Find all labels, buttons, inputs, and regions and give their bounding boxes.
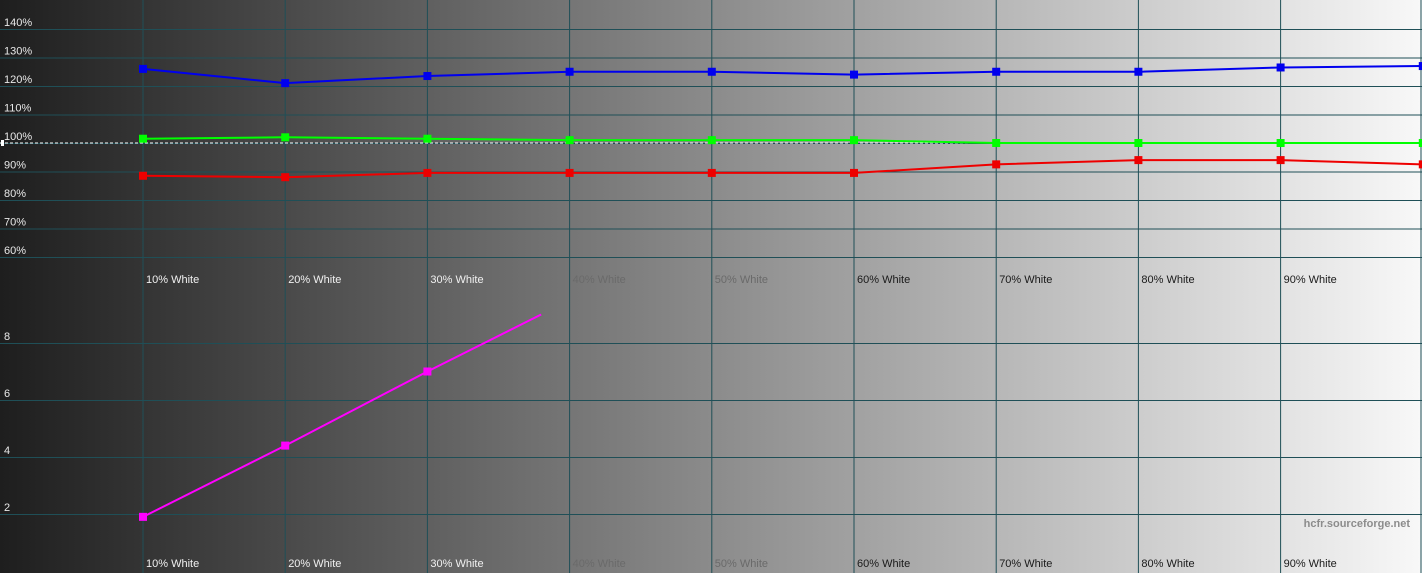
data-point [139,171,147,180]
rgb-balance-deltae-chart: 60% 70% 80% 90% 100% 110% 120% 130% 140% 10% Whit… [0,0,1422,573]
data-point [992,139,1001,147]
data-point [565,168,574,177]
data-point [992,67,1001,76]
data-point [139,512,147,521]
x-category-label: 60% White [857,274,910,286]
data-point [423,168,432,177]
data-point [423,134,432,143]
data-point [1134,139,1143,147]
x-category-label: 80% White [1141,274,1194,286]
data-point [1276,63,1285,72]
y-tick-label: 120% [4,74,32,86]
x-category-label: 40% White [573,274,626,286]
x-category-label: 80% White [1141,558,1194,570]
y-tick-label: 6 [4,388,10,400]
y-tick-label: 4 [4,445,10,457]
data-point [707,136,716,145]
data-point [850,70,858,79]
data-point [992,160,1001,169]
data-point [281,79,290,88]
x-category-label: 50% White [715,274,768,286]
x-category-label: 40% White [573,558,626,570]
data-point [565,67,574,76]
data-point [423,72,432,81]
x-category-label: 50% White [715,558,768,570]
x-category-label: 60% White [857,558,910,570]
data-point [281,133,290,142]
y-tick-label: 8 [4,331,10,343]
y-tick-label: 130% [4,46,32,58]
data-point [139,134,147,143]
data-point [707,168,716,177]
y-tick-label: 140% [4,17,32,29]
data-point [1134,156,1143,165]
y-tick-label: 60% [4,245,26,257]
x-category-label: 90% White [1284,274,1337,286]
data-point [423,367,432,376]
y-tick-label: 70% [4,217,26,229]
data-point [565,136,574,145]
x-category-label: 20% White [288,558,341,570]
chart-background [0,0,1422,573]
x-category-label: 20% White [288,274,341,286]
y-tick-label: 100% [4,131,32,143]
data-point [850,168,858,177]
watermark: hcfr.sourceforge.net [1304,518,1411,530]
data-point [281,441,290,450]
x-category-label: 90% White [1284,558,1337,570]
x-category-label: 10% White [146,558,199,570]
x-category-label: 10% White [146,274,199,286]
data-point [850,136,858,145]
y-tick-label: 2 [4,502,10,514]
y-tick-label: 110% [4,103,32,115]
data-point [1276,139,1285,147]
data-point [707,67,716,76]
data-point [139,64,147,73]
data-point [281,173,290,182]
x-category-label: 70% White [999,558,1052,570]
x-category-label: 30% White [430,274,483,286]
x-category-label: 70% White [999,274,1052,286]
y-tick-label: 80% [4,188,26,200]
y-tick-label: 90% [4,160,26,172]
data-point [1134,67,1143,76]
x-category-label: 30% White [430,558,483,570]
data-point [1276,156,1285,165]
